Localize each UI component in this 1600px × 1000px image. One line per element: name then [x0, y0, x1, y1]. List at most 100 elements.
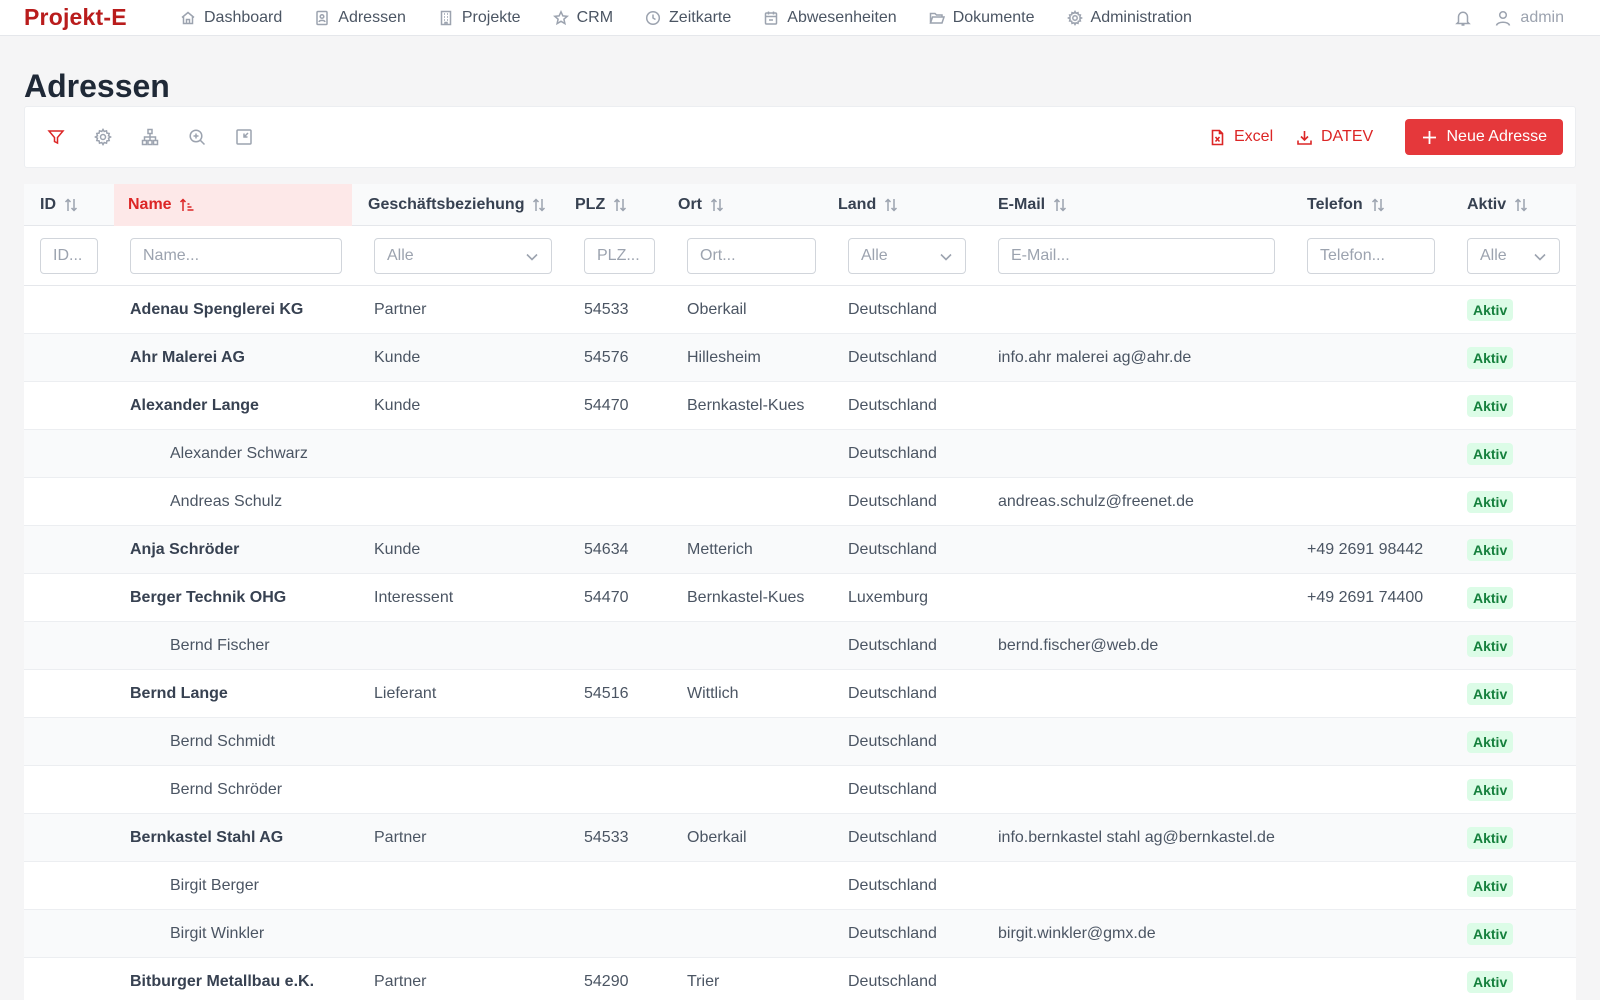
select-value: Alle: [861, 247, 888, 264]
table-row[interactable]: Alexander Lange Kunde 54470 Bernkastel-Kues…: [24, 382, 1576, 430]
name-cell: Alexander Lange: [130, 397, 259, 414]
email-cell[interactable]: [998, 718, 1298, 766]
sort-icon: [885, 198, 898, 212]
table-row[interactable]: Ahr Malerei AG Kunde 54576 Hillesheim Deutsc…: [24, 334, 1576, 382]
email-cell[interactable]: [998, 862, 1298, 910]
email-cell[interactable]: [998, 526, 1298, 574]
table-row[interactable]: Adenau Spenglerei KG Partner 54533 Oberkail…: [24, 286, 1576, 334]
nav-item-projekte[interactable]: Projekte: [438, 0, 521, 36]
id-filter-input[interactable]: [40, 238, 98, 274]
home-icon: [181, 11, 195, 25]
column-header-relation[interactable]: Geschäftsbeziehung: [368, 184, 548, 226]
active-filter-select[interactable]: Alle: [1467, 238, 1560, 274]
email-cell[interactable]: [998, 382, 1298, 430]
name-filter-input[interactable]: [130, 238, 342, 274]
column-header-ort[interactable]: Ort: [678, 184, 726, 226]
table-row[interactable]: Alexander Schwarz Deutschland Aktiv: [24, 430, 1576, 478]
name-cell: Anja Schröder: [130, 541, 240, 558]
column-header-id[interactable]: ID: [40, 184, 80, 226]
sort-icon: [533, 198, 546, 212]
sort-ascending-icon: [179, 198, 194, 211]
nav-item-administration[interactable]: Administration: [1066, 0, 1192, 36]
excel-export-button[interactable]: Excel: [1209, 119, 1273, 155]
phone-cell: +49 2691 98442: [1307, 541, 1424, 558]
phone-cell: [1307, 862, 1457, 910]
download-icon: [1297, 130, 1312, 145]
table-row[interactable]: Bernd Fischer Deutschland bernd.fischer@we…: [24, 622, 1576, 670]
ort-cell: Trier: [687, 973, 720, 990]
table-row[interactable]: Bitburger Metallbau e.K. Partner 54290 Trie…: [24, 958, 1576, 1000]
relation-cell: [374, 766, 564, 814]
table-row[interactable]: Bernkastel Stahl AG Partner 54533 Oberkail D…: [24, 814, 1576, 862]
ort-cell: Hillesheim: [687, 349, 761, 366]
new-address-button[interactable]: Neue Adresse: [1405, 119, 1563, 155]
table-row[interactable]: Birgit Winkler Deutschland birgit.winkler@…: [24, 910, 1576, 958]
name-cell: Bernd Fischer: [170, 637, 270, 654]
plz-filter-input[interactable]: [584, 238, 655, 274]
name-cell: Bernd Schmidt: [170, 733, 275, 750]
email-cell[interactable]: [998, 766, 1298, 814]
table-row[interactable]: Andreas Schulz Deutschland andreas.schulz@…: [24, 478, 1576, 526]
nav-item-adressen[interactable]: Adressen: [314, 0, 406, 36]
table-row[interactable]: Bernd Schmidt Deutschland Aktiv: [24, 718, 1576, 766]
column-label: Name: [128, 196, 172, 213]
column-header-phone[interactable]: Telefon: [1307, 184, 1387, 226]
email-cell[interactable]: [998, 574, 1298, 622]
email-cell[interactable]: info.bernkastel stahl ag@bernkastel.de: [998, 814, 1298, 862]
status-badge: Aktiv: [1467, 635, 1514, 657]
email-cell[interactable]: bernd.fischer@web.de: [998, 622, 1298, 670]
land-filter-select[interactable]: Alle: [848, 238, 966, 274]
ort-cell: [687, 478, 837, 526]
phone-cell: [1307, 718, 1457, 766]
hierarchy-icon[interactable]: [140, 127, 160, 147]
relation-cell: Kunde: [374, 349, 421, 366]
name-cell: Berger Technik OHG: [130, 589, 287, 606]
ort-cell: [687, 622, 837, 670]
chevron-down-icon: [1534, 253, 1546, 261]
land-cell: Deutschland: [848, 829, 937, 846]
table-row[interactable]: Anja Schröder Kunde 54634 Metterich Deutschl…: [24, 526, 1576, 574]
ort-filter-input[interactable]: [687, 238, 816, 274]
status-badge: Aktiv: [1467, 923, 1514, 945]
table-row[interactable]: Bernd Schröder Deutschland Aktiv: [24, 766, 1576, 814]
column-header-land[interactable]: Land: [838, 184, 900, 226]
datev-label: DATEV: [1321, 128, 1374, 145]
filter-icon[interactable]: [46, 127, 66, 147]
settings-icon[interactable]: [93, 127, 113, 147]
nav-item-dokumente[interactable]: Dokumente: [929, 0, 1035, 36]
status-badge: Aktiv: [1467, 491, 1514, 513]
email-cell[interactable]: [998, 286, 1298, 334]
nav-item-crm[interactable]: CRM: [552, 0, 613, 36]
bell-icon[interactable]: [1454, 9, 1472, 27]
zoom-in-icon[interactable]: [187, 127, 207, 147]
email-cell[interactable]: andreas.schulz@freenet.de: [998, 478, 1298, 526]
table-row[interactable]: Birgit Berger Deutschland Aktiv: [24, 862, 1576, 910]
email-filter-input[interactable]: [998, 238, 1275, 274]
nav-item-abwesenheiten[interactable]: Abwesenheiten: [763, 0, 897, 36]
email-cell[interactable]: birgit.winkler@gmx.de: [998, 910, 1298, 958]
datev-export-button[interactable]: DATEV: [1296, 119, 1373, 155]
column-header-active[interactable]: Aktiv: [1467, 184, 1530, 226]
nav-item-dashboard[interactable]: Dashboard: [180, 0, 282, 36]
app-logo[interactable]: Projekt-E: [24, 4, 127, 31]
column-header-email[interactable]: E-Mail: [998, 184, 1069, 226]
chevron-down-icon: [526, 253, 538, 261]
phone-cell: [1307, 334, 1457, 382]
relation-filter-select[interactable]: Alle: [374, 238, 552, 274]
email-cell[interactable]: [998, 670, 1298, 718]
email-cell[interactable]: [998, 958, 1298, 1000]
table-row[interactable]: Bernd Lange Lieferant 54516 Wittlich Deutsch…: [24, 670, 1576, 718]
column-header-name[interactable]: Name: [114, 184, 352, 226]
collapse-icon[interactable]: [234, 127, 254, 147]
phone-cell: [1307, 910, 1457, 958]
gear-icon: [1066, 10, 1083, 26]
phone-filter-input[interactable]: [1307, 238, 1435, 274]
email-cell[interactable]: info.ahr malerei ag@ahr.de: [998, 334, 1298, 382]
column-header-plz[interactable]: PLZ: [575, 184, 629, 226]
ort-cell: Bernkastel-Kues: [687, 397, 805, 414]
status-badge: Aktiv: [1467, 539, 1514, 561]
nav-item-zeitkarte[interactable]: Zeitkarte: [645, 0, 731, 36]
table-row[interactable]: Berger Technik OHG Interessent 54470 Bernka…: [24, 574, 1576, 622]
email-cell[interactable]: [998, 430, 1298, 478]
user-menu[interactable]: admin: [1494, 9, 1564, 27]
